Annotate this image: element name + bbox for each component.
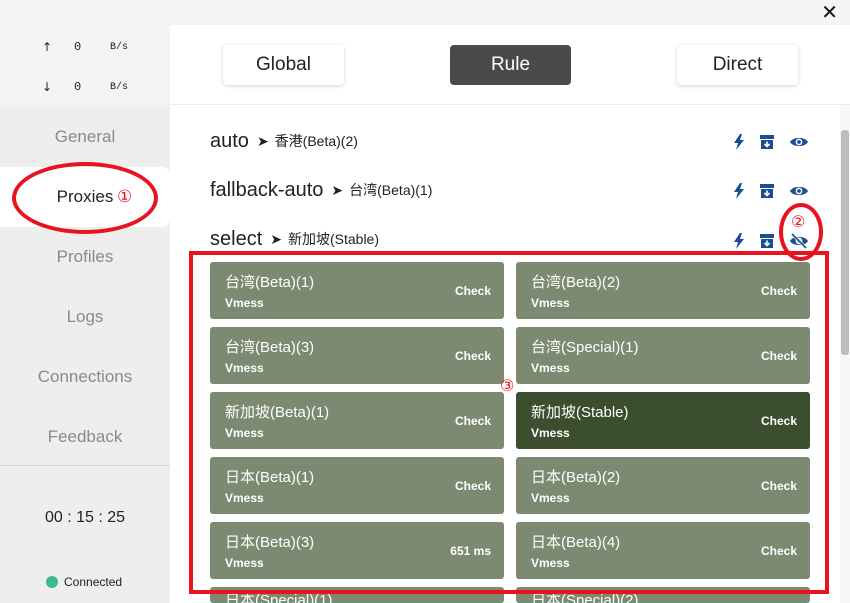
upload-value: 0 [74,40,82,54]
group-selected-proxy: 香港(Beta)(2) [274,133,358,149]
proxy-group-select[interactable]: select ➤ 新加坡(Stable) [210,224,379,254]
group-selected-proxy: 台湾(Beta)(1) [349,182,433,198]
eye-icon[interactable] [789,135,809,149]
group-selected-proxy: 新加坡(Stable) [287,231,380,247]
upload-speed: ↑ 0 B/s [42,39,128,55]
sidebar-divider [0,465,170,466]
download-speed: ↓ 0 B/s [42,79,128,95]
annotation-rect-proxies [189,251,829,594]
sidebar-item-connections[interactable]: Connections [0,347,170,407]
annotation-ellipse-proxies [12,162,158,234]
scrollbar-thumb[interactable] [841,130,849,355]
bolt-icon[interactable] [733,233,745,249]
annotation-marker-3: ③ [500,376,515,395]
group-arrow-icon: ➤ [270,230,282,247]
proxy-group-fallback-auto[interactable]: fallback-auto ➤ 台湾(Beta)(1) [210,175,432,205]
download-arrow-icon: ↓ [42,80,53,94]
sidebar: ↑ 0 B/s ↓ 0 B/s General Proxies Profiles… [0,25,170,603]
group-actions-auto [733,134,823,150]
eye-icon[interactable] [789,184,809,198]
sidebar-item-profiles[interactable]: Profiles [0,227,170,287]
group-actions-fallback-auto [733,183,823,199]
group-name: auto [210,129,249,152]
connection-status: Connected [46,575,122,589]
sidebar-item-general[interactable]: General [0,107,170,167]
group-name: fallback-auto [210,178,324,201]
group-name: select [210,227,263,250]
bolt-icon[interactable] [733,183,745,199]
proxy-group-auto[interactable]: auto ➤ 香港(Beta)(2) [210,126,358,156]
header-divider [170,104,850,105]
archive-icon[interactable] [759,233,775,249]
download-value: 0 [74,80,82,94]
sidebar-item-logs[interactable]: Logs [0,287,170,347]
annotation-marker-1: ① [117,187,133,207]
close-icon[interactable]: ✕ [821,2,838,22]
group-arrow-icon: ➤ [256,132,269,149]
mode-rule-button[interactable]: Rule [450,45,571,85]
archive-icon[interactable] [759,134,775,150]
download-unit: B/s [110,81,129,93]
title-bar: ✕ [0,0,850,25]
mode-direct-button[interactable]: Direct [677,45,798,85]
status-dot-icon [46,576,58,588]
bolt-icon[interactable] [733,134,745,150]
traffic-panel: ↑ 0 B/s ↓ 0 B/s [0,25,170,105]
status-label: Connected [64,575,123,589]
sidebar-item-feedback[interactable]: Feedback [0,407,170,467]
annotation-marker-2: ② [791,212,806,231]
upload-arrow-icon: ↑ [42,40,53,54]
group-arrow-icon: ➤ [331,181,344,198]
archive-icon[interactable] [759,183,775,199]
mode-global-button[interactable]: Global [223,45,344,85]
upload-unit: B/s [110,41,129,53]
session-timer: 00 : 15 : 25 [44,509,126,526]
